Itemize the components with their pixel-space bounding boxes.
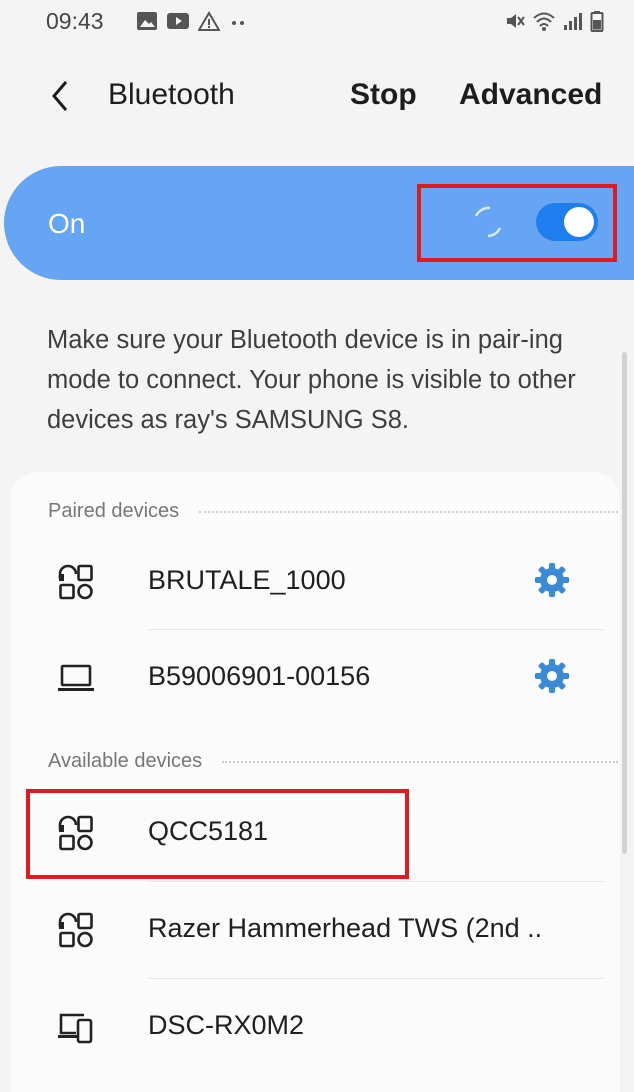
device-name: QCC5181 bbox=[148, 816, 269, 846]
warning-icon bbox=[198, 11, 220, 31]
paired-device-row[interactable]: B59006901-00156 bbox=[10, 630, 620, 726]
status-icons bbox=[504, 10, 604, 32]
device-name: Razer Hammerhead TWS (2nd .. bbox=[148, 913, 543, 943]
laptop-icon bbox=[58, 664, 94, 691]
app-header: Bluetooth Stop Advanced bbox=[0, 60, 634, 134]
wifi-icon bbox=[533, 12, 555, 31]
gear-icon[interactable] bbox=[534, 658, 570, 694]
toggle-knob bbox=[564, 207, 594, 237]
status-bar: 09:43 bbox=[0, 0, 634, 48]
gear-icon[interactable] bbox=[534, 562, 570, 598]
device-list-card: Paired devices BRUTALE_1000 B59006901-00… bbox=[10, 472, 620, 1092]
headset-icon bbox=[58, 912, 93, 948]
bluetooth-state-label: On bbox=[48, 208, 86, 239]
section-header-available: Available devices bbox=[48, 750, 618, 773]
device-name: BRUTALE_1000 bbox=[148, 565, 346, 595]
section-header-paired: Paired devices bbox=[48, 500, 618, 523]
available-device-row[interactable]: DSC-RX0M2 bbox=[10, 979, 620, 1075]
bluetooth-master-switch-bar[interactable]: On bbox=[4, 166, 634, 280]
device-name: DSC-RX0M2 bbox=[148, 1010, 305, 1040]
advanced-button[interactable]: Advanced bbox=[459, 78, 602, 112]
headset-icon bbox=[58, 815, 93, 851]
battery-icon bbox=[590, 11, 604, 32]
headset-icon bbox=[58, 564, 93, 600]
image-icon bbox=[137, 12, 157, 30]
mute-icon bbox=[507, 14, 525, 28]
video-icon bbox=[167, 13, 189, 29]
back-arrow-icon[interactable] bbox=[44, 74, 76, 118]
section-divider bbox=[222, 760, 618, 763]
signal-icon bbox=[564, 13, 582, 30]
paired-device-row[interactable]: BRUTALE_1000 bbox=[10, 534, 620, 630]
more-dots-icon bbox=[232, 21, 244, 25]
available-device-row[interactable]: QCC5181 bbox=[10, 785, 620, 881]
available-device-row[interactable]: Razer Hammerhead TWS (2nd .. bbox=[10, 882, 620, 978]
bluetooth-toggle-switch[interactable] bbox=[536, 203, 598, 241]
scrollbar[interactable] bbox=[622, 352, 627, 854]
stop-button[interactable]: Stop bbox=[350, 78, 417, 112]
scanning-spinner-icon bbox=[474, 206, 502, 238]
status-time: 09:43 bbox=[46, 8, 104, 34]
device-name: B59006901-00156 bbox=[148, 661, 371, 691]
visibility-info-text: Make sure your Bluetooth device is in pa… bbox=[47, 326, 576, 434]
multi-device-icon bbox=[58, 1013, 93, 1044]
notification-icons bbox=[136, 11, 248, 31]
section-divider bbox=[199, 510, 618, 513]
page-title: Bluetooth bbox=[108, 78, 235, 111]
